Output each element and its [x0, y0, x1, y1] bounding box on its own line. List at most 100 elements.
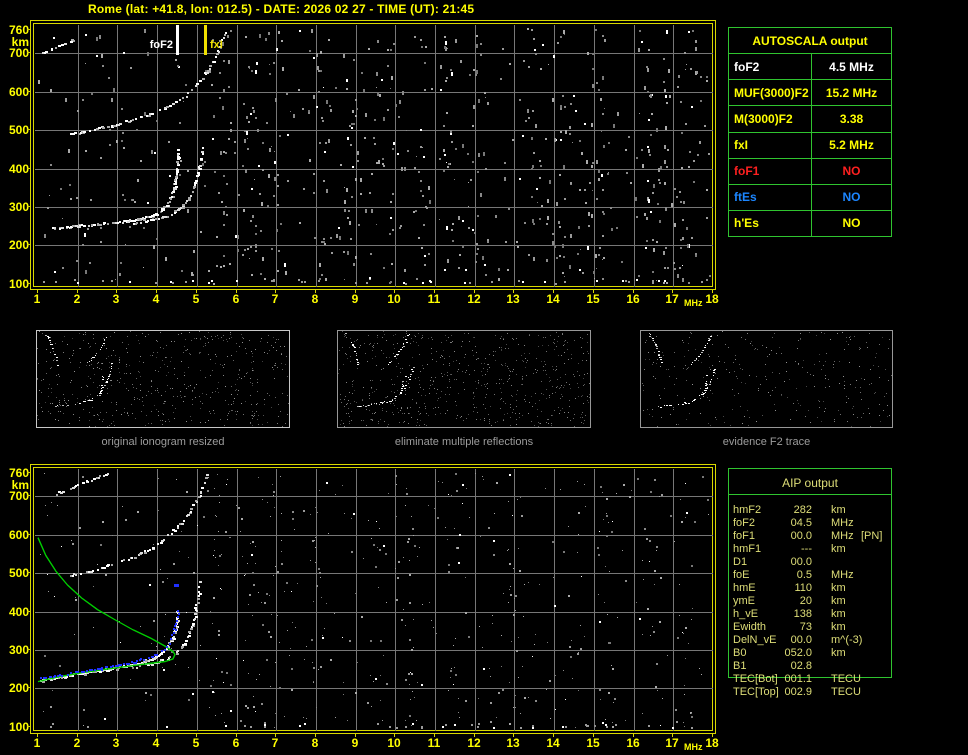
y-axis-tick [27, 687, 30, 688]
x-tick-label: 11 [427, 736, 441, 750]
x-axis-tick [315, 734, 316, 737]
x-tick-label: 7 [271, 292, 279, 306]
aip-param-label: foF1 [733, 530, 756, 542]
x-axis-tick [553, 290, 554, 293]
aip-param-label: h_vE [733, 608, 759, 620]
x-axis-tick [355, 734, 356, 737]
aip-param-extra: [PN] [861, 530, 883, 542]
autoscala-row-fxi: fxI 5.2 MHz [729, 132, 891, 159]
aip-param-unit: km [831, 647, 846, 659]
x-axis-tick [672, 734, 673, 737]
panel-eliminate-reflections [337, 330, 591, 428]
y-tick-label: 200 [8, 238, 29, 252]
y-tick-label: 100 [8, 720, 29, 734]
x-axis-tick [116, 734, 117, 737]
aip-param-value: 001.1 [784, 673, 812, 685]
y-axis-tick [27, 206, 30, 207]
aip-row-fof1: foF1 00.0 MHz [PN] [728, 530, 892, 543]
autoscala-param-value: 5.2 MHz [829, 138, 874, 153]
aip-param-label: hmF1 [733, 543, 762, 555]
autoscala-param-label: h'Es [729, 210, 812, 236]
x-tick-label: 1 [33, 736, 41, 750]
y-tick-label: 400 [8, 605, 29, 619]
aip-row-hmf2: hmF2 282 km [728, 504, 892, 517]
aip-param-value: 20 [799, 595, 812, 607]
x-axis-tick [236, 290, 237, 293]
top-ionogram-canvas [35, 25, 713, 287]
x-axis-tick [474, 734, 475, 737]
x-tick-label: 14 [546, 736, 560, 750]
fxI-marker-line [204, 25, 207, 55]
x-tick-label: 16 [626, 292, 640, 306]
x-tick-label: 17 [665, 292, 679, 306]
y-axis-tick [27, 29, 30, 30]
y-axis-tick [27, 52, 30, 53]
panel-caption-original: original ionogram resized [101, 436, 225, 448]
x-tick-label: 16 [626, 736, 640, 750]
autoscala-param-label: fxI [729, 132, 812, 158]
y-axis-tick [27, 572, 30, 573]
x-tick-label: 3 [112, 736, 120, 750]
x-tick-label: 2 [73, 736, 81, 750]
x-axis-tick [712, 734, 713, 737]
x-tick-label: 14 [546, 292, 560, 306]
y-axis-tick [27, 726, 30, 727]
aip-row-d1: D1 00.0 [728, 556, 892, 569]
aip-param-value: 002.9 [784, 686, 812, 698]
aip-row-hmf1: hmF1 --- km [728, 543, 892, 556]
x-axis-tick [37, 290, 38, 293]
x-axis-tick [672, 290, 673, 293]
x-axis-tick [236, 734, 237, 737]
x-axis-tick [553, 734, 554, 737]
y-axis-tick [27, 611, 30, 612]
autoscala-param-label: M(3000)F2 [729, 106, 812, 132]
aip-param-unit: m^(-3) [831, 634, 863, 646]
aip-param-unit: km [831, 504, 846, 516]
y-axis-tick [27, 283, 30, 284]
x-axis-tick [394, 290, 395, 293]
x-tick-label: 12 [467, 736, 481, 750]
autoscala-param-label: ftEs [729, 184, 812, 210]
x-tick-label: 12 [467, 292, 481, 306]
y-axis-tick [27, 168, 30, 169]
aip-param-value: 110 [794, 582, 812, 594]
y-axis-unit-label: km [11, 35, 29, 49]
aip-param-value: 00.0 [790, 530, 812, 542]
bottom-ionogram-canvas [35, 469, 713, 731]
aip-param-label: Ewidth [733, 621, 767, 633]
x-axis-tick [37, 734, 38, 737]
aip-param-label: foE [733, 569, 750, 581]
panel-original-ionogram [36, 330, 290, 428]
x-axis-tick [394, 734, 395, 737]
x-axis-tick [315, 290, 316, 293]
aip-param-label: hmE [733, 582, 756, 594]
x-axis-tick [77, 734, 78, 737]
x-axis-tick [196, 290, 197, 293]
x-axis-tick [77, 290, 78, 293]
aip-param-value: --- [801, 543, 812, 555]
y-axis-tick [27, 534, 30, 535]
x-tick-label: 5 [192, 292, 200, 306]
x-axis-tick [355, 290, 356, 293]
x-axis-tick [593, 290, 594, 293]
aip-param-unit: km [831, 582, 846, 594]
aip-row-hme: hmE 110 km [728, 582, 892, 595]
aip-param-unit: km [831, 621, 846, 633]
autoscala-row-hes: h'Es NO [729, 210, 891, 236]
autoscala-param-value: 3.38 [839, 111, 864, 126]
bottom-ionogram-plot [30, 464, 716, 734]
aip-param-label: foF2 [733, 517, 756, 529]
x-axis-tick [633, 734, 634, 737]
x-axis-tick [275, 290, 276, 293]
aip-row-tectop: TEC[Top] 002.9 TECU [728, 686, 892, 699]
y-tick-label: 600 [8, 528, 29, 542]
foF2-marker-label: foF2 [149, 39, 173, 51]
autoscala-app-window: { "title": "Rome (lat: +41.8, lon: 012.5… [0, 0, 968, 755]
x-axis-tick [196, 734, 197, 737]
y-axis-tick [27, 129, 30, 130]
x-tick-label: 17 [665, 736, 679, 750]
panel-caption-eliminate: eliminate multiple reflections [394, 436, 534, 448]
aip-row-fof2: foF2 04.5 MHz [728, 517, 892, 530]
y-tick-label: 500 [8, 566, 29, 580]
aip-row-b0: B0 052.0 km [728, 647, 892, 660]
